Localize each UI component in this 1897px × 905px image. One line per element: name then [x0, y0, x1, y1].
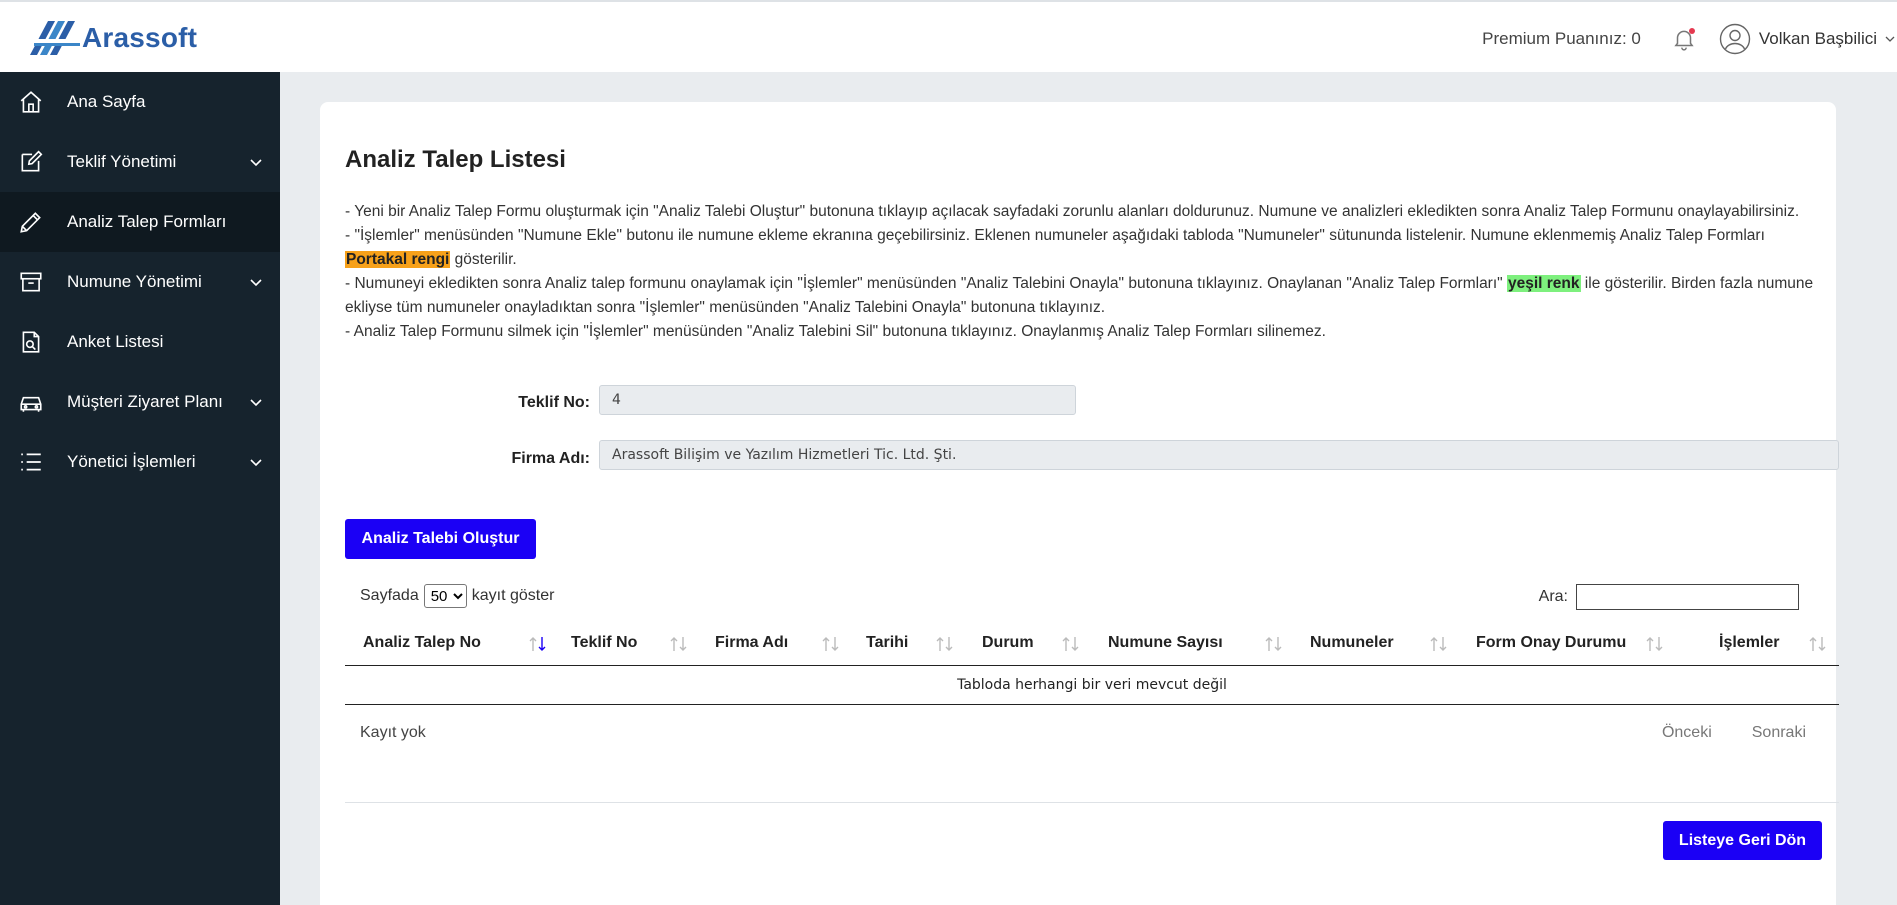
page-length-control: Sayfada 50 kayıt göster: [360, 584, 554, 608]
archive-icon: [20, 272, 42, 292]
info-line-2-part-b: gösterilir.: [450, 251, 517, 268]
column-tarihi[interactable]: Tarihi: [866, 620, 908, 666]
search-label: Ara:: [1538, 588, 1568, 605]
document-icon: [22, 331, 40, 353]
sort-icon[interactable]: [1060, 635, 1082, 653]
user-circle-icon[interactable]: [1719, 23, 1751, 55]
page-length-suffix: kayıt göster: [471, 587, 555, 604]
sidebar-item-numune-yonetimi[interactable]: Numune Yönetimi: [0, 252, 280, 312]
teklif-no-label: Teklif No:: [518, 394, 590, 411]
search-input[interactable]: [1576, 584, 1799, 610]
back-to-list-button[interactable]: Listeye Geri Dön: [1663, 821, 1822, 860]
sort-icon[interactable]: [820, 635, 842, 653]
home-icon: [20, 91, 42, 113]
orange-highlight: Portakal rengi: [345, 251, 451, 268]
table-search: Ara:: [1539, 584, 1799, 610]
sidebar-item-ana-sayfa[interactable]: Ana Sayfa: [0, 72, 280, 132]
sidebar-item-musteri-ziyaret-plani[interactable]: Müşteri Ziyaret Planı: [0, 372, 280, 432]
column-teklif-no[interactable]: Teklif No: [571, 620, 637, 666]
create-analysis-request-button[interactable]: Analiz Talebi Oluştur: [345, 519, 536, 559]
column-form-onay-durumu[interactable]: Form Onay Durumu: [1476, 620, 1626, 666]
sidebar-item-label: Teklif Yönetimi: [67, 152, 177, 171]
sidebar-item-label: Analiz Talep Formları: [67, 212, 227, 231]
sort-icon[interactable]: [934, 635, 956, 653]
brand-name: Arassoft: [82, 22, 198, 53]
column-numuneler[interactable]: Numuneler: [1310, 620, 1394, 666]
edit-icon: [21, 150, 43, 172]
column-islemler[interactable]: İşlemler: [1719, 620, 1779, 666]
firma-adi-label: Firma Adı:: [511, 450, 590, 467]
brand-logo[interactable]: Arassoft: [28, 18, 197, 58]
chevron-down-icon: [250, 279, 262, 287]
sidebar-item-teklif-yonetimi[interactable]: Teklif Yönetimi: [0, 132, 280, 192]
header-right: Premium Puanınız: 0 Volkan Başbilici: [1482, 20, 1897, 58]
chevron-down-icon: [250, 159, 262, 167]
firma-adi-field[interactable]: Arassoft Bilişim ve Yazılım Hizmetleri T…: [599, 440, 1839, 470]
column-analiz-talep-no[interactable]: Analiz Talep No: [363, 620, 481, 666]
sidebar: Ana Sayfa Teklif Yönetimi Analiz Talep F…: [0, 72, 280, 905]
pagination: Önceki Sonraki: [1622, 724, 1806, 742]
sidebar-item-label: Ana Sayfa: [67, 92, 146, 111]
main-card: Analiz Talep Listesi - Yeni bir Analiz T…: [320, 102, 1839, 905]
arassoft-logo-icon: [30, 21, 80, 55]
sort-icon[interactable]: [1263, 635, 1285, 653]
sidebar-item-label: Anket Listesi: [67, 332, 164, 351]
top-bar: Arassoft Premium Puanınız: 0 Volkan Başb…: [0, 0, 1897, 72]
list-icon: [21, 453, 41, 471]
info-line-2-part-a: - "İşlemler" menüsünden "Numune Ekle" bu…: [345, 227, 1765, 244]
table-info: Kayıt yok: [360, 724, 426, 741]
sort-descending-icon[interactable]: [527, 635, 549, 653]
pagination-next[interactable]: Sonraki: [1752, 724, 1806, 742]
sidebar-item-yonetici-islemleri[interactable]: Yönetici İşlemleri: [0, 432, 280, 492]
table-header: Analiz Talep No Teklif No Firma Adı Tari…: [345, 620, 1839, 666]
info-line-4: - Analiz Talep Formunu silmek için "İşle…: [345, 323, 1326, 340]
sidebar-item-analiz-talep-formlari[interactable]: Analiz Talep Formları: [0, 192, 280, 252]
info-line-1: - Yeni bir Analiz Talep Formu oluşturmak…: [345, 203, 1800, 220]
page-length-select[interactable]: 50: [423, 584, 467, 608]
chevron-down-icon: [250, 459, 262, 467]
sidebar-item-label: Numune Yönetimi: [67, 272, 202, 291]
chevron-down-icon: [250, 399, 262, 407]
table-empty-row: Tabloda herhangi bir veri mevcut değil: [345, 666, 1839, 705]
green-highlight: yeşil renk: [1506, 275, 1581, 292]
column-numune-sayisi[interactable]: Numune Sayısı: [1108, 620, 1223, 666]
teklif-no-field[interactable]: 4: [599, 385, 1076, 415]
sort-icon[interactable]: [668, 635, 690, 653]
sidebar-item-anket-listesi[interactable]: Anket Listesi: [0, 312, 280, 372]
info-text: - Yeni bir Analiz Talep Formu oluşturmak…: [345, 200, 1815, 344]
sidebar-item-label: Yönetici İşlemleri: [67, 452, 196, 471]
sort-icon[interactable]: [1807, 635, 1829, 653]
chevron-down-icon[interactable]: [1883, 33, 1897, 45]
car-icon: [20, 396, 42, 412]
pagination-previous[interactable]: Önceki: [1662, 724, 1712, 742]
info-line-3-part-a: - Numuneyi ekledikten sonra Analiz talep…: [345, 275, 1507, 292]
notification-bell[interactable]: [1671, 26, 1697, 52]
pencil-icon: [20, 212, 41, 233]
sidebar-item-label: Müşteri Ziyaret Planı: [67, 392, 223, 411]
column-durum[interactable]: Durum: [982, 620, 1034, 666]
info-line-2: - "İşlemler" menüsünden "Numune Ekle" bu…: [345, 224, 1815, 272]
sort-icon[interactable]: [1644, 635, 1666, 653]
info-line-3: - Numuneyi ekledikten sonra Analiz talep…: [345, 272, 1815, 320]
premium-points: Premium Puanınız: 0: [1482, 29, 1641, 48]
divider: [345, 802, 1839, 803]
page-length-prefix: Sayfada: [360, 587, 419, 604]
sort-icon[interactable]: [1428, 635, 1450, 653]
column-firma-adi[interactable]: Firma Adı: [715, 620, 788, 666]
page-title: Analiz Talep Listesi: [345, 146, 566, 173]
user-name[interactable]: Volkan Başbilici: [1759, 29, 1877, 49]
notification-dot: [1688, 28, 1695, 34]
